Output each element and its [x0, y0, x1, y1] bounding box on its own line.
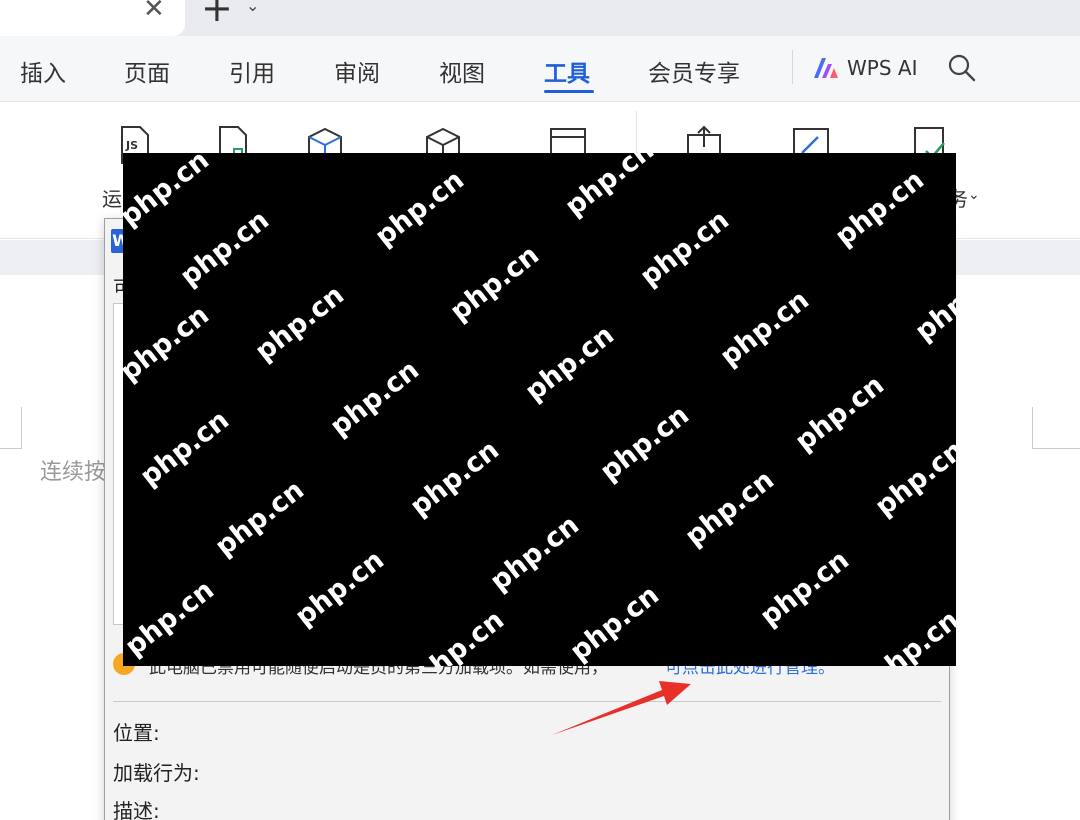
menu-item-page[interactable]: 页面: [124, 54, 170, 88]
watermark-text: php.cn: [864, 604, 956, 666]
menu-bar: 插入 页面 引用 审阅 视图 工具 会员专享 WPS AI: [0, 36, 1080, 102]
dialog-divider: [113, 701, 941, 702]
watermark-text: php.cn: [594, 399, 695, 488]
watermark-text: php.cn: [679, 464, 780, 553]
menu-item-review[interactable]: 审阅: [334, 54, 380, 88]
menu-item-view[interactable]: 视图: [439, 54, 485, 88]
watermark-text: php.cn: [324, 354, 425, 443]
watermark-text: php.cn: [634, 204, 735, 293]
close-icon[interactable]: ✕: [143, 0, 165, 24]
page-corner-mark: [0, 407, 22, 449]
watermark-text: php.cn: [564, 579, 665, 666]
watermark-text: php.cn: [123, 574, 220, 663]
watermark-text: php.cn: [369, 164, 470, 253]
menu-divider: [792, 50, 793, 84]
menu-item-tools[interactable]: 工具: [544, 54, 590, 88]
watermark-text: php.cn: [134, 404, 235, 493]
ribbon-label-run[interactable]: 运: [102, 183, 122, 212]
location-label: 位置:: [113, 721, 160, 745]
watermark-overlay: php.cn php.cn php.cn php.cn php.cn php.c…: [123, 153, 956, 666]
watermark-text: php.cn: [484, 509, 585, 598]
wps-ai-logo-icon[interactable]: [812, 56, 840, 80]
watermark-text: php.cn: [123, 153, 215, 233]
watermark-text: php.cn: [829, 164, 930, 253]
watermark-text: php.cn: [404, 434, 505, 523]
description-label: 描述:: [113, 799, 160, 820]
watermark-text: php.cn: [174, 204, 275, 293]
page-corner-mark: [1032, 407, 1080, 449]
tab-strip: ✕ + ⌄: [0, 0, 1080, 36]
watermark-text: php.cn: [789, 369, 890, 458]
wps-ai-button[interactable]: WPS AI: [847, 56, 917, 80]
menu-item-references[interactable]: 引用: [229, 54, 275, 88]
chevron-down-icon[interactable]: ⌄: [968, 187, 980, 203]
watermark-text: php.cn: [519, 319, 620, 408]
watermark-text: php.cn: [869, 434, 956, 523]
svg-text:JS: JS: [125, 139, 138, 152]
watermark-text: php.cn: [444, 239, 545, 328]
chevron-down-icon[interactable]: ⌄: [246, 0, 259, 15]
active-tab-indicator: [544, 90, 594, 93]
watermark-text: php.cn: [249, 279, 350, 368]
document-tab[interactable]: ✕: [0, 0, 185, 36]
load-behavior-label: 加载行为:: [113, 761, 200, 785]
watermark-text: php.cn: [559, 153, 660, 223]
watermark-text: php.cn: [209, 474, 310, 563]
watermark-text: php.cn: [754, 544, 855, 633]
watermark-text: php.cn: [123, 299, 215, 388]
document-text[interactable]: 连续按: [40, 454, 110, 486]
watermark-text: php.cn: [714, 284, 815, 373]
search-icon[interactable]: [947, 53, 977, 83]
menu-item-insert[interactable]: 插入: [20, 54, 66, 88]
watermark-text: php.cn: [909, 259, 956, 348]
plus-icon[interactable]: +: [201, 0, 233, 30]
watermark-text: php.cn: [409, 604, 510, 666]
menu-item-member[interactable]: 会员专享: [648, 54, 740, 88]
watermark-text: php.cn: [289, 544, 390, 633]
